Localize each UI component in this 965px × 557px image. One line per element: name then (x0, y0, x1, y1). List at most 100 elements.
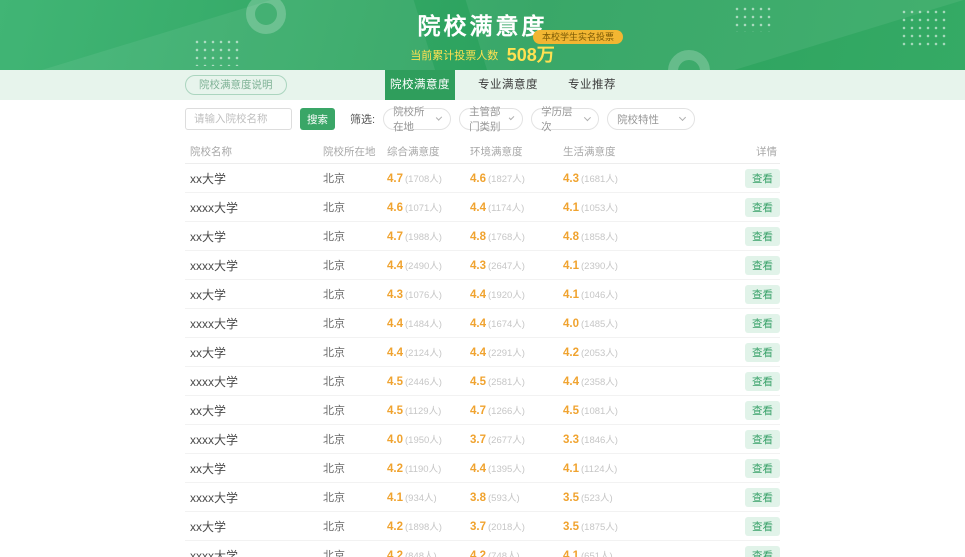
environment-satisfaction-cell: 4.4(1174人) (470, 198, 563, 216)
overall-vote-count: (1190人) (405, 464, 441, 475)
environment-vote-count: (1174人) (488, 203, 524, 214)
overall-satisfaction-cell: 4.0(1950人) (387, 430, 470, 448)
view-details-link[interactable]: 查看 (745, 546, 780, 557)
life-vote-count: (1485人) (581, 319, 618, 330)
college-name: xx大学 (190, 460, 323, 477)
view-details-link[interactable]: 查看 (745, 459, 780, 478)
college-location: 北京 (323, 228, 387, 244)
satisfaction-info-button[interactable]: 院校满意度说明 (185, 75, 287, 95)
table-row: xx大学 北京 4.2(1898人) 3.7(2018人) 3.5(1875人)… (185, 512, 780, 541)
search-button[interactable]: 搜索 (300, 108, 335, 130)
environment-score: 4.4 (470, 202, 486, 214)
environment-vote-count: (748人) (488, 551, 520, 557)
table-row: xx大学 北京 4.2(1190人) 4.4(1395人) 4.1(1124人)… (185, 454, 780, 483)
life-vote-count: (1053人) (581, 203, 618, 214)
life-vote-count: (1875人) (581, 522, 618, 533)
environment-satisfaction-cell: 4.3(2647人) (470, 256, 563, 274)
environment-score: 4.4 (470, 463, 486, 475)
life-vote-count: (1858人) (581, 232, 618, 243)
view-details-link[interactable]: 查看 (745, 198, 780, 217)
details-cell: 查看 (683, 198, 780, 217)
college-name: xx大学 (190, 170, 323, 187)
overall-satisfaction-cell: 4.1(934人) (387, 488, 470, 506)
life-satisfaction-cell: 3.5(1875人) (563, 517, 683, 535)
view-details-link[interactable]: 查看 (745, 227, 780, 246)
college-location: 北京 (323, 402, 387, 418)
overall-vote-count: (1484人) (405, 319, 442, 330)
overall-satisfaction-cell: 4.3(1076人) (387, 285, 470, 303)
life-vote-count: (523人) (581, 493, 613, 504)
life-vote-count: (1124人) (581, 464, 617, 475)
view-details-link[interactable]: 查看 (745, 517, 780, 536)
tab-2[interactable]: 专业推荐 (561, 70, 623, 100)
environment-score: 4.7 (470, 405, 486, 417)
college-name: xxxx大学 (190, 373, 323, 390)
life-satisfaction-cell: 4.8(1858人) (563, 227, 683, 245)
filter-dropdown-0[interactable]: 院校所在地 (383, 108, 451, 130)
table-row: xxxx大学 北京 4.5(2446人) 4.5(2581人) 4.4(2358… (185, 367, 780, 396)
life-vote-count: (1846人) (581, 435, 618, 446)
view-details-link[interactable]: 查看 (745, 488, 780, 507)
overall-score: 4.4 (387, 260, 403, 272)
overall-satisfaction-cell: 4.7(1988人) (387, 227, 470, 245)
view-details-link[interactable]: 查看 (745, 430, 780, 449)
college-name: xxxx大学 (190, 547, 323, 557)
environment-score: 4.6 (470, 173, 486, 185)
tab-1[interactable]: 专业满意度 (471, 70, 545, 100)
view-details-link[interactable]: 查看 (745, 285, 780, 304)
overall-satisfaction-cell: 4.2(848人) (387, 546, 470, 557)
life-vote-count: (651人) (581, 551, 613, 557)
life-satisfaction-cell: 4.2(2053人) (563, 343, 683, 361)
table-row: xx大学 北京 4.5(1129人) 4.7(1266人) 4.5(1081人)… (185, 396, 780, 425)
environment-satisfaction-cell: 4.4(1920人) (470, 285, 563, 303)
details-cell: 查看 (683, 285, 780, 304)
table-row: xx大学 北京 4.4(2124人) 4.4(2291人) 4.2(2053人)… (185, 338, 780, 367)
dots-pattern-icon (900, 8, 950, 48)
view-details-link[interactable]: 查看 (745, 343, 780, 362)
view-details-link[interactable]: 查看 (745, 401, 780, 420)
life-score: 4.0 (563, 318, 579, 330)
search-input[interactable] (185, 108, 292, 130)
overall-vote-count: (1950人) (405, 435, 442, 446)
life-vote-count: (1046人) (581, 290, 618, 301)
column-header: 生活满意度 (563, 144, 683, 159)
environment-satisfaction-cell: 3.7(2677人) (470, 430, 563, 448)
life-score: 4.3 (563, 173, 579, 185)
view-details-link[interactable]: 查看 (745, 314, 780, 333)
environment-satisfaction-cell: 4.4(1395人) (470, 459, 563, 477)
table-header: 院校名称院校所在地综合满意度环境满意度生活满意度详情 (185, 140, 780, 164)
details-cell: 查看 (683, 546, 780, 557)
view-details-link[interactable]: 查看 (745, 372, 780, 391)
tab-0[interactable]: 院校满意度 (385, 70, 455, 100)
life-vote-count: (2053人) (581, 348, 618, 359)
tab-bar: 院校满意度专业满意度专业推荐 (385, 70, 639, 100)
view-details-link[interactable]: 查看 (745, 256, 780, 275)
life-score: 3.5 (563, 521, 579, 533)
life-satisfaction-cell: 4.5(1081人) (563, 401, 683, 419)
life-satisfaction-cell: 4.1(1124人) (563, 459, 683, 477)
environment-vote-count: (2581人) (488, 377, 525, 388)
overall-score: 4.7 (387, 173, 403, 185)
table-row: xxxx大学 北京 4.2(848人) 4.2(748人) 4.1(651人) … (185, 541, 780, 557)
filter-dropdown-2[interactable]: 学历层次 (531, 108, 599, 130)
view-details-link[interactable]: 查看 (745, 169, 780, 188)
environment-vote-count: (2677人) (488, 435, 525, 446)
filter-dropdown-3[interactable]: 院校特性 (607, 108, 695, 130)
environment-score: 4.4 (470, 347, 486, 359)
overall-vote-count: (2490人) (405, 261, 442, 272)
table-row: xxxx大学 北京 4.1(934人) 3.8(593人) 3.5(523人) … (185, 483, 780, 512)
main-content: 搜索 筛选: 院校所在地主管部门类别学历层次院校特性 院校名称院校所在地综合满意… (185, 107, 780, 557)
overall-satisfaction-cell: 4.2(1190人) (387, 459, 470, 477)
life-vote-count: (2390人) (581, 261, 618, 272)
college-name: xxxx大学 (190, 315, 323, 332)
college-location: 北京 (323, 170, 387, 186)
overall-score: 4.3 (387, 289, 403, 301)
overall-satisfaction-cell: 4.4(1484人) (387, 314, 470, 332)
filter-dropdown-1[interactable]: 主管部门类别 (459, 108, 523, 130)
environment-score: 3.7 (470, 521, 486, 533)
life-vote-count: (1681人) (581, 174, 618, 185)
table-body: xx大学 北京 4.7(1708人) 4.6(1827人) 4.3(1681人)… (185, 164, 780, 557)
vote-count-stats: 当前累计投票人数 508万 (185, 41, 780, 67)
details-cell: 查看 (683, 430, 780, 449)
college-location: 北京 (323, 257, 387, 273)
